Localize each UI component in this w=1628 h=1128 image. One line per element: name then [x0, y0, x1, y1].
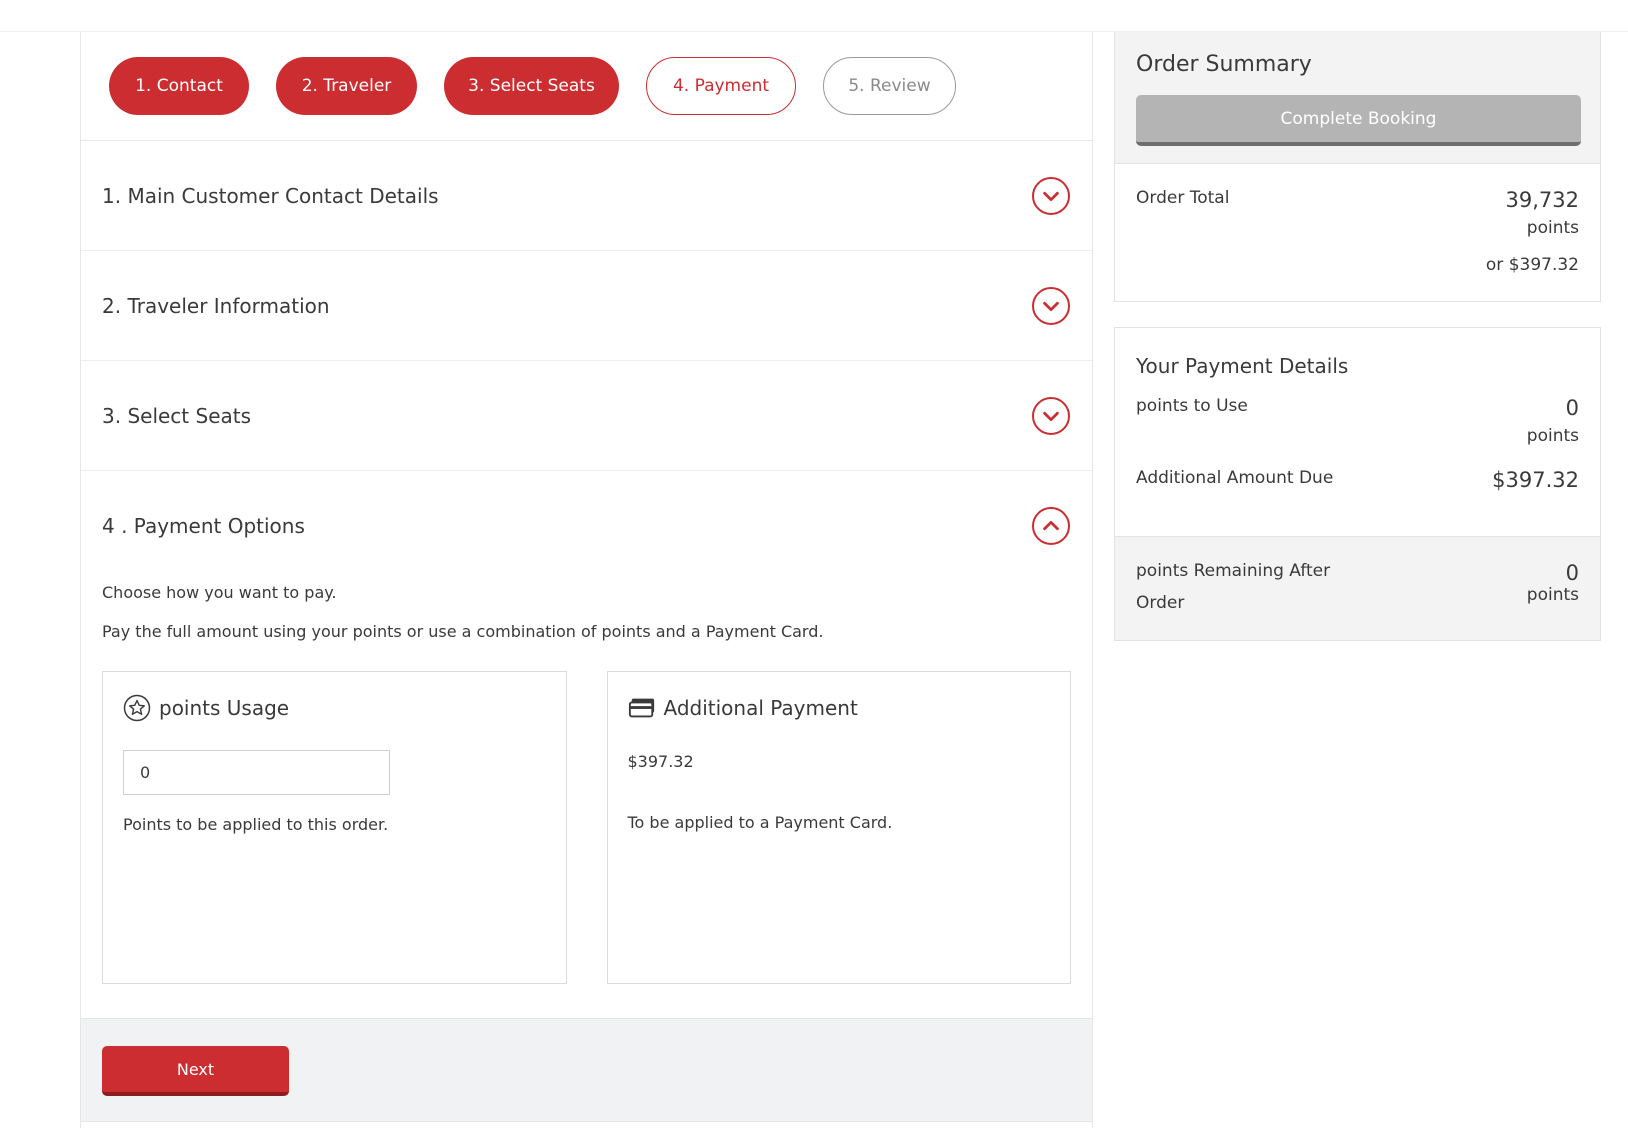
progress-steps: 1. Contact 2. Traveler 3. Select Seats 4… — [81, 32, 1092, 141]
additional-payment-note: To be applied to a Payment Card. — [627, 813, 893, 832]
points-note: Points to be applied to this order. — [123, 815, 389, 834]
points-remaining-label: points Remaining After Order — [1136, 561, 1331, 613]
section-contact-details[interactable]: 1. Main Customer Contact Details — [81, 141, 1092, 251]
order-summary-panel: Order Summary Complete Booking Order Tot… — [1114, 32, 1601, 302]
points-to-use-value: 0 — [1565, 396, 1579, 420]
payment-description: Pay the full amount using your points or… — [102, 622, 824, 641]
chevron-up-icon[interactable] — [1032, 507, 1070, 545]
section-title: 3. Select Seats — [102, 403, 252, 428]
chevron-down-icon[interactable] — [1032, 396, 1070, 435]
section-title: 1. Main Customer Contact Details — [102, 183, 439, 208]
points-usage-label: points Usage — [159, 696, 290, 720]
order-total-row: Order Total 39,732 points or $397.32 — [1115, 164, 1600, 275]
section-title: 2. Traveler Information — [102, 293, 330, 318]
additional-amount-values: $397.32 — [1492, 468, 1579, 492]
step-review[interactable]: 5. Review — [823, 57, 956, 115]
points-to-use-unit: points — [1526, 426, 1579, 446]
chevron-down-icon[interactable] — [1032, 176, 1070, 215]
additional-amount-label: Additional Amount Due — [1136, 468, 1334, 488]
points-to-use-row: points to Use 0 points — [1115, 396, 1600, 446]
order-total-cash: or $397.32 — [1485, 255, 1579, 275]
step-payment[interactable]: 4. Payment — [646, 57, 796, 115]
points-to-use-label: points to Use — [1136, 396, 1248, 416]
payment-details-title: Your Payment Details — [1136, 354, 1349, 378]
next-button[interactable]: Next — [102, 1046, 289, 1096]
additional-payment-amount: $397.32 — [627, 752, 694, 771]
checkout-main: 1. Contact 2. Traveler 3. Select Seats 4… — [80, 32, 1093, 1128]
points-input[interactable] — [123, 750, 390, 795]
points-usage-title: points Usage — [123, 694, 546, 722]
points-remaining-unit: points — [1526, 585, 1579, 605]
points-remaining-value: 0 — [1565, 561, 1579, 585]
step-contact[interactable]: 1. Contact — [109, 57, 249, 115]
points-usage-card: points Usage Points to be applied to thi… — [102, 671, 567, 984]
payment-intro: Choose how you want to pay. — [102, 583, 337, 602]
step-traveler[interactable]: 2. Traveler — [276, 57, 417, 115]
points-remaining-values: 0 points — [1527, 561, 1579, 640]
credit-card-icon — [628, 694, 656, 722]
additional-amount-value: $397.32 — [1492, 468, 1579, 492]
additional-payment-card: Additional Payment $397.32 To be applied… — [606, 671, 1071, 984]
payment-details-panel: Your Payment Details points to Use 0 poi… — [1114, 327, 1601, 641]
complete-booking-button[interactable]: Complete Booking — [1136, 95, 1581, 146]
additional-payment-title: Additional Payment — [628, 694, 1051, 722]
payment-footer: Next — [81, 1018, 1092, 1122]
order-total-values: 39,732 points or $397.32 — [1486, 188, 1579, 275]
order-total-label: Order Total — [1136, 188, 1230, 208]
step-select-seats[interactable]: 3. Select Seats — [444, 57, 619, 115]
order-total-points: 39,732 — [1505, 188, 1579, 212]
section-title: 4 . Payment Options — [102, 514, 305, 538]
points-to-use-values: 0 points — [1527, 396, 1579, 446]
section-payment-options[interactable]: 4 . Payment Options — [81, 471, 1092, 581]
payment-cards: points Usage Points to be applied to thi… — [102, 671, 1071, 984]
top-bar — [0, 0, 1628, 32]
additional-amount-row: Additional Amount Due $397.32 — [1115, 468, 1600, 492]
additional-payment-label: Additional Payment — [663, 696, 858, 720]
payment-options-body: Choose how you want to pay. Pay the full… — [81, 583, 1092, 984]
order-summary-title: Order Summary — [1136, 52, 1312, 77]
section-traveler-information[interactable]: 2. Traveler Information — [81, 251, 1092, 361]
chevron-down-icon[interactable] — [1032, 286, 1070, 325]
order-summary-header: Order Summary Complete Booking — [1115, 32, 1600, 164]
points-remaining-row: points Remaining After Order 0 points — [1115, 536, 1600, 640]
star-circle-icon — [123, 694, 151, 722]
section-select-seats[interactable]: 3. Select Seats — [81, 361, 1092, 471]
order-total-unit: points — [1526, 218, 1579, 238]
